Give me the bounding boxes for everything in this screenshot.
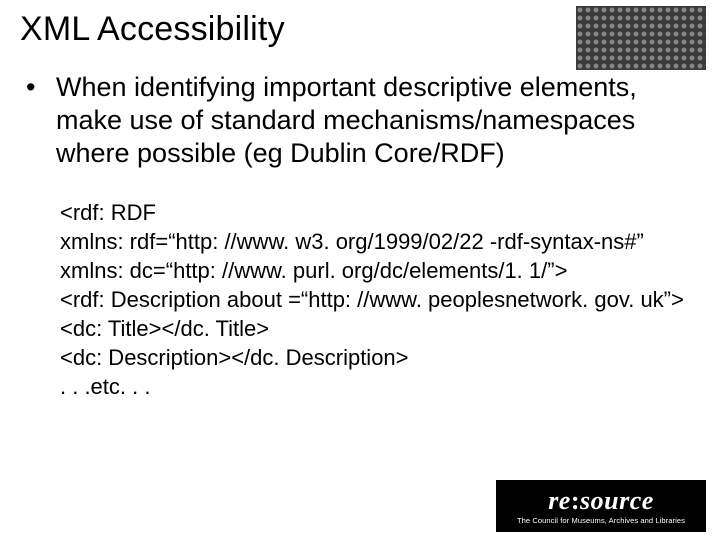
code-line: xmlns: dc=“http: //www. purl. org/dc/ele…	[60, 256, 700, 285]
colon-icon: :	[571, 486, 580, 515]
logo-brand-right: source	[580, 486, 654, 515]
logo-brand: re:source	[548, 488, 654, 514]
decorative-texture	[576, 6, 706, 70]
slide: XML Accessibility • When identifying imp…	[0, 0, 720, 540]
logo-brand-left: re	[548, 486, 571, 515]
bullet-item: • When identifying important descriptive…	[20, 71, 700, 170]
code-line: . . .etc. . .	[60, 372, 700, 401]
code-line: <rdf: Description about =“http: //www. p…	[60, 285, 700, 314]
bullet-text: When identifying important descriptive e…	[56, 71, 700, 170]
code-block: <rdf: RDF xmlns: rdf=“http: //www. w3. o…	[60, 198, 700, 401]
logo-subtitle: The Council for Museums, Archives and Li…	[517, 516, 685, 525]
code-line: <dc: Title></dc. Title>	[60, 314, 700, 343]
code-line: <rdf: RDF	[60, 198, 700, 227]
footer-logo: re:source The Council for Museums, Archi…	[496, 480, 706, 532]
bullet-marker: •	[20, 71, 56, 104]
code-line: <dc: Description></dc. Description>	[60, 343, 700, 372]
code-line: xmlns: rdf=“http: //www. w3. org/1999/02…	[60, 227, 700, 256]
